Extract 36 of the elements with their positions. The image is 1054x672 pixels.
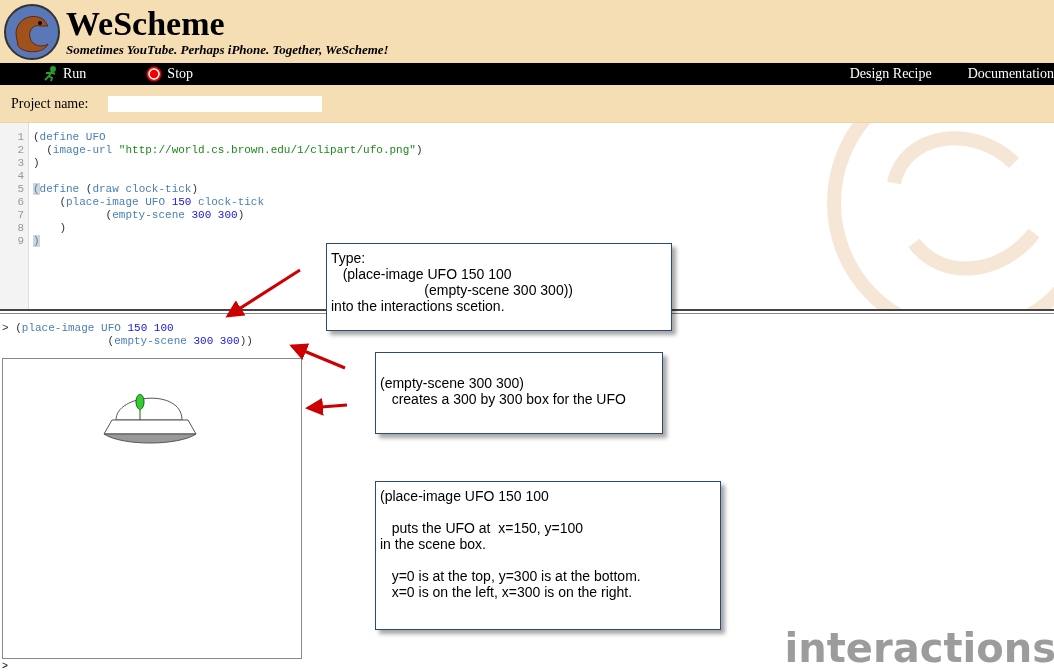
project-name-field[interactable] (108, 95, 323, 112)
project-name-label: Project name: (11, 95, 89, 112)
line-number: 7 (17, 209, 25, 222)
run-button[interactable]: Run (42, 66, 87, 82)
app-title: WeScheme (66, 5, 226, 42)
callout-note: (empty-scene 300 300) creates a 300 by 300 box for the UFO (375, 352, 663, 434)
stop-button[interactable]: Stop (146, 66, 194, 82)
code-line: (define UFO (33, 131, 107, 144)
code-line: ) (58, 222, 67, 235)
interaction-line: (empty-scene 300 300)) (106, 335, 254, 348)
code-line: (define (draw clock-tick) (33, 183, 200, 196)
code-line: ) (33, 157, 41, 170)
line-number: 3 (17, 157, 25, 170)
toolbar-link[interactable]: Design Recipe (849, 66, 932, 82)
prompt-symbol: > (2, 661, 9, 672)
code-line: (place-image UFO 150 clock-tick (58, 196, 266, 209)
callout-note: Type: (place-image UFO 150 100 (empty-scene 300 300)) into the interactions scetion. (326, 243, 672, 331)
toolbar-link[interactable]: Documentation (967, 66, 1054, 82)
interactions-label: interactions (784, 628, 1054, 668)
line-number: 4 (17, 170, 25, 183)
running-figure-icon (42, 66, 58, 82)
callout-note: (place-image UFO 150 100 puts the UFO at x=150, y=100 in the scene box. y=0 is at the top, y=300 is at the bottom. x=0 is on the left, x=300 is on the right. (375, 481, 721, 630)
line-number: 5 (17, 183, 25, 196)
interaction-line: > (place-image UFO 150 100 (2, 322, 175, 335)
line-number: 9 (17, 235, 25, 248)
pointer-arrow (305, 397, 348, 416)
logo-icon (4, 3, 60, 60)
line-number: 2 (17, 144, 25, 157)
line-number: 6 (17, 196, 25, 209)
line-number: 1 (17, 131, 25, 144)
line-number: 8 (17, 222, 25, 235)
code-line: (empty-scene 300 300) (104, 209, 246, 222)
app-tagline: Sometimes YouTube. Perhaps iPhone. Together, WeScheme! (66, 41, 389, 58)
code-line: (image-url "http://world.cs.brown.edu/1/clipart/ufo.png") (45, 144, 423, 157)
pointer-arrow (289, 343, 346, 370)
stop-icon (146, 66, 163, 82)
